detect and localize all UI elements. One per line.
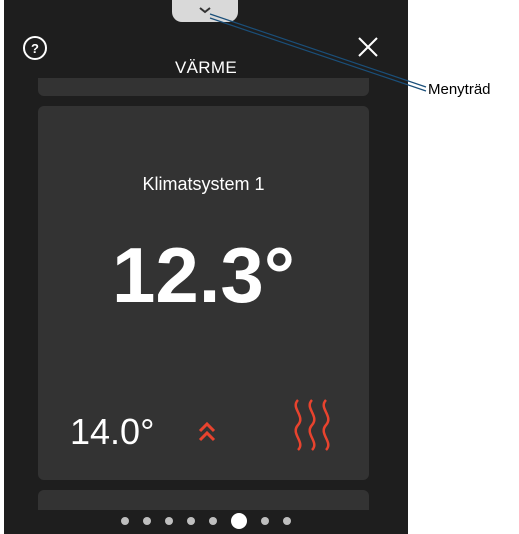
callout-label-menu-tree: Menyträd (428, 81, 491, 98)
